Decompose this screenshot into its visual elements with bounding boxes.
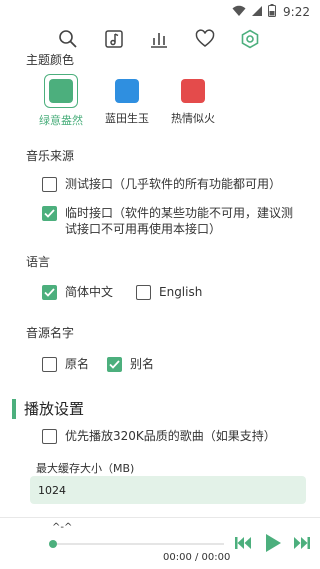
status-time: 9:22	[283, 5, 310, 19]
status-bar: 9:22	[0, 0, 320, 24]
progress-thumb[interactable]	[49, 540, 57, 548]
checkbox[interactable]	[107, 357, 122, 372]
language-title: 语言	[26, 255, 51, 269]
signal-icon	[251, 5, 263, 20]
theme-swatch-blue	[115, 79, 139, 103]
prefer-320k-option[interactable]: 优先播放320K品质的歌曲（如果支持）	[42, 428, 276, 444]
checkbox[interactable]	[42, 285, 57, 300]
theme-label-green: 绿意盎然	[39, 114, 83, 127]
music-source-temp-label: 临时接口（软件的某些功能不可用，建议测试接口不可用再使用本接口）	[65, 206, 294, 236]
checkbox[interactable]	[42, 206, 57, 221]
language-en[interactable]: English	[136, 284, 202, 300]
source-name-alias[interactable]: 别名	[107, 356, 154, 372]
section-accent-bar	[12, 398, 16, 419]
playback-section-header: 播放设置	[12, 398, 84, 419]
album-cover[interactable]	[6, 526, 44, 564]
track-name: ^-^	[52, 522, 73, 533]
progress-bar[interactable]	[49, 540, 224, 548]
theme-swatch-frame	[178, 76, 208, 106]
theme-label-red: 热情似火	[171, 112, 215, 125]
music-note-icon[interactable]	[100, 25, 128, 53]
prefer-320k-label: 优先播放320K品质的歌曲（如果支持）	[65, 429, 276, 443]
theme-swatch-red	[181, 79, 205, 103]
wifi-icon	[232, 5, 246, 20]
checkbox[interactable]	[42, 177, 57, 192]
theme-swatch-frame	[44, 74, 78, 108]
heart-icon[interactable]	[191, 25, 219, 53]
max-cache-input[interactable]	[30, 476, 306, 504]
theme-options: 绿意盎然 蓝田生玉 热情似火	[36, 74, 218, 128]
source-name-alias-label: 别名	[130, 357, 155, 371]
theme-option-green[interactable]: 绿意盎然	[36, 74, 86, 128]
language-zh[interactable]: 简体中文	[42, 284, 113, 300]
next-icon[interactable]	[291, 534, 311, 552]
previous-icon[interactable]	[234, 534, 254, 552]
checkbox[interactable]	[42, 357, 57, 372]
search-icon[interactable]	[54, 25, 82, 53]
battery-icon	[268, 4, 277, 20]
play-icon[interactable]	[263, 534, 283, 552]
checkbox[interactable]	[42, 429, 57, 444]
music-source-temp[interactable]: 临时接口（软件的某些功能不可用，建议测试接口不可用再使用本接口）	[42, 205, 304, 237]
music-source-test-label: 测试接口（几乎软件的所有功能都可用）	[65, 177, 282, 191]
music-source-title: 音乐来源	[26, 149, 75, 163]
theme-swatch-green	[49, 79, 73, 103]
theme-option-red[interactable]: 热情似火	[168, 76, 218, 128]
source-name-original[interactable]: 原名	[42, 356, 89, 372]
playback-section-title: 播放设置	[24, 400, 85, 418]
mini-player: ^-^ 00:00 / 00:00	[0, 517, 320, 569]
source-name-original-label: 原名	[65, 357, 90, 371]
max-cache-label: 最大缓存大小（MB)	[36, 462, 135, 475]
checkbox[interactable]	[136, 285, 151, 300]
language-zh-label: 简体中文	[65, 285, 114, 299]
theme-label-blue: 蓝田生玉	[105, 112, 149, 125]
time-readout: 00:00 / 00:00	[163, 552, 231, 563]
bar-chart-icon[interactable]	[145, 25, 173, 53]
language-en-label: English	[159, 285, 203, 299]
settings-icon[interactable]	[236, 25, 264, 53]
theme-swatch-frame	[112, 76, 142, 106]
source-name-title: 音源名字	[26, 326, 75, 340]
music-source-test[interactable]: 测试接口（几乎软件的所有功能都可用）	[42, 176, 302, 192]
theme-title: 主题颜色	[26, 53, 75, 67]
top-toolbar	[54, 24, 264, 54]
theme-option-blue[interactable]: 蓝田生玉	[102, 76, 152, 128]
